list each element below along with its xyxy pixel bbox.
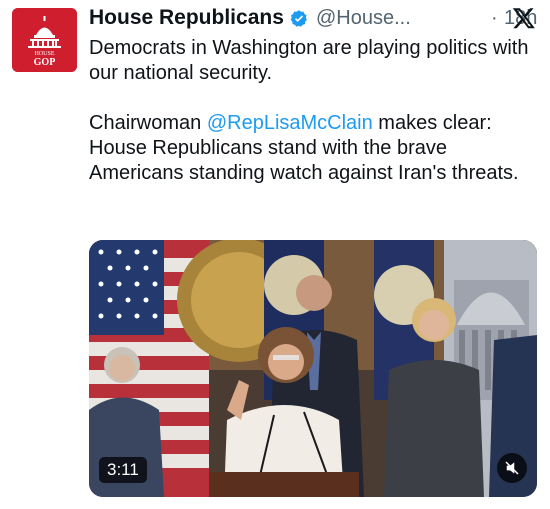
tweet-text-prefix: Chairwoman	[89, 112, 207, 134]
avatar-line-2: GOP	[34, 57, 56, 68]
tweet-text: Democrats in Washington are playing poli…	[89, 36, 539, 186]
video-frame	[89, 240, 537, 497]
video-player[interactable]: 3:11	[89, 240, 537, 497]
verified-badge-icon[interactable]	[289, 9, 309, 29]
handle[interactable]: @House...	[316, 7, 411, 30]
tweet-paragraph-1: Democrats in Washington are playing poli…	[89, 37, 529, 84]
avatar[interactable]: HOUSE GOP	[12, 8, 77, 72]
mention-link[interactable]: @RepLisaMcClain	[207, 112, 373, 134]
video-duration: 3:11	[99, 457, 147, 483]
mute-button[interactable]	[497, 453, 527, 483]
display-name[interactable]: House Republicans	[89, 6, 284, 30]
separator-dot: ·	[491, 7, 498, 29]
muted-speaker-icon	[505, 461, 519, 475]
x-logo-icon	[512, 6, 536, 30]
tweet-paragraph-2: Chairwoman @RepLisaMcClain makes clear: …	[89, 111, 539, 186]
tweet-header: House Republicans @House... · 18h	[89, 4, 540, 32]
